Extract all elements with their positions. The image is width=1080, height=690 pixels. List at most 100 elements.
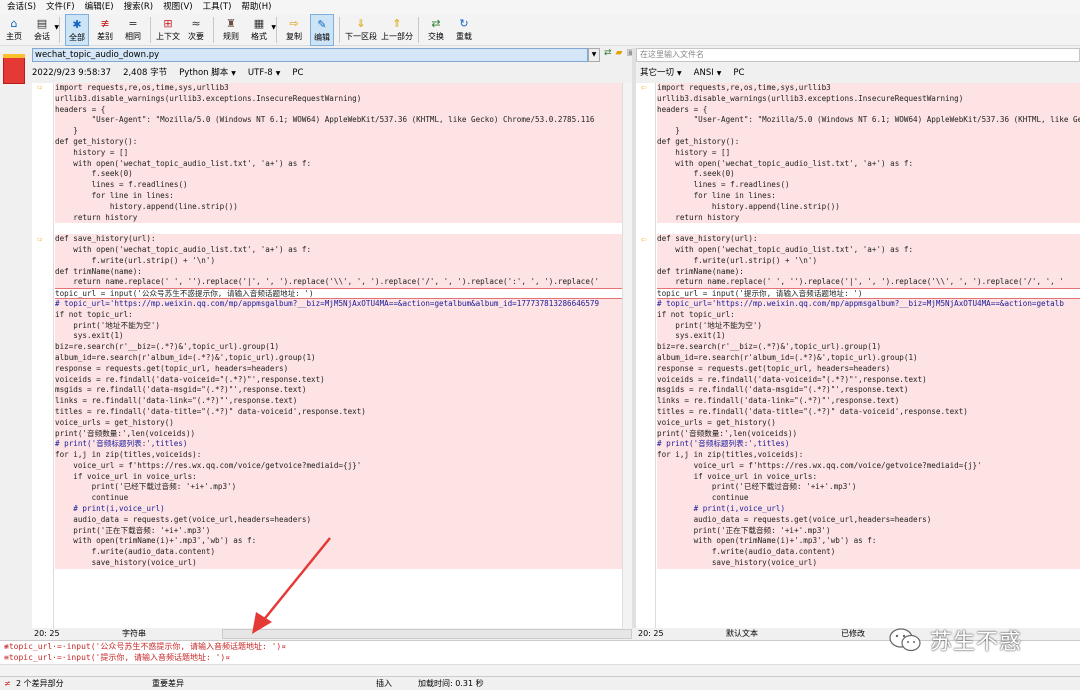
code-line: def trimName(name): <box>55 266 622 278</box>
minor-icon: ≈ <box>191 17 201 30</box>
diff-overview-marker <box>0 48 28 90</box>
code-line: lines = f.readlines() <box>657 180 1080 191</box>
insert-mode: 插入 <box>376 679 392 688</box>
code-line: "User-Agent": "Mozilla/5.0 (Windows NT 6… <box>55 115 622 127</box>
code-line: "User-Agent": "Mozilla/5.0 (Windows NT 6… <box>657 115 1080 127</box>
watermark: 苏生不惑 <box>888 622 1078 658</box>
right-filename-field[interactable]: 在这里输入文件名 <box>636 48 1080 62</box>
toolbar-button-rules[interactable]: ♜ 规则 <box>219 14 243 46</box>
menu-item-5[interactable]: 工具(T) <box>198 0 237 14</box>
left-encoding[interactable]: UTF-8 ▼ <box>248 66 280 81</box>
menu-item-3[interactable]: 搜索(R) <box>119 0 159 14</box>
copy-icon: ⇨ <box>289 17 299 30</box>
annotation-arrow <box>252 537 331 634</box>
diff-arrow-icon: ⇨ <box>37 83 43 93</box>
open-folder-icon[interactable]: ▰ <box>616 48 623 62</box>
watermark-text: 苏生不惑 <box>930 630 1023 655</box>
code-line: print('地址不能为空') <box>657 320 1080 332</box>
code-line: voice_urls = get_history() <box>657 417 1080 429</box>
toolbar-label: 格式 <box>251 32 267 41</box>
toolbar-button-same[interactable]: = 相同 <box>121 14 145 46</box>
code-line: if not topic_url: <box>657 309 1080 321</box>
toolbar-button-all[interactable]: ✱ 全部 <box>65 14 89 46</box>
menu-item-0[interactable]: 会话(S) <box>2 0 41 14</box>
left-line-ending[interactable]: PC <box>292 66 303 80</box>
toolbar-button-context[interactable]: ⊞ 上下文 <box>156 14 180 46</box>
toolbar-separator <box>213 17 214 43</box>
diff-count: 2 个差异部分 <box>16 679 64 688</box>
toolbar-label: 编辑 <box>314 33 330 42</box>
toolbar-separator <box>276 17 277 43</box>
format-icon: ▦ <box>253 17 265 30</box>
toolbar: ⌂ 主页 ▤ 会话 ▼ ✱ 全部 ≢ 差别 = 相同 ⊞ 上下文 ≈ 次要 ♜ 规则 ▦ 格式 ▼ ⇨ 复制 ✎ 编辑 ⇓ 下一区… <box>0 14 1080 46</box>
chevron-down-icon[interactable]: ▼ <box>271 24 276 31</box>
right-encoding[interactable]: ANSI ▼ <box>694 66 722 81</box>
toolbar-button-format[interactable]: ▦ 格式 ▼ <box>247 14 276 46</box>
code-line: for line in lines: <box>55 190 622 202</box>
toolbar-label: 会话 <box>34 32 50 41</box>
code-line <box>657 223 1080 235</box>
menu-item-4[interactable]: 视图(V) <box>158 0 197 14</box>
code-line: for i,j in zip(titles,voiceids): <box>657 450 1080 461</box>
code-line: print('音频数量:',len(voiceids)) <box>55 428 622 440</box>
code-line: links = re.findall('data-link="(.*?)"',r… <box>55 396 622 407</box>
toolbar-label: 交换 <box>428 32 444 41</box>
right-line-ending[interactable]: PC <box>733 66 744 80</box>
toolbar-button-diff[interactable]: ≢ 差别 <box>93 14 117 46</box>
code-line: history.append(line.strip()) <box>657 201 1080 213</box>
left-file-type[interactable]: Python 脚本 ▼ <box>179 66 236 81</box>
left-filename-dropdown[interactable]: ▼ <box>588 48 600 62</box>
diff-arrow-icon: ⇦ <box>641 235 647 245</box>
toolbar-button-home[interactable]: ⌂ 主页 <box>2 14 26 46</box>
code-line: topic_url = input('提示你, 请输入音频话题地址: ') <box>657 288 1080 299</box>
swap-arrow-icon[interactable]: ⇄ <box>604 48 612 62</box>
chevron-down-icon[interactable]: ▼ <box>54 24 59 31</box>
right-file-type[interactable]: 其它一切 ▼ <box>640 66 682 81</box>
menu-item-1[interactable]: 文件(F) <box>41 0 80 14</box>
toolbar-button-prev-section[interactable]: ⇑ 上一部分 <box>381 14 413 46</box>
code-line: history = [] <box>55 147 622 159</box>
code-line: audio_data = requests.get(voice_url,head… <box>657 514 1080 526</box>
toolbar-label: 上下文 <box>156 32 180 41</box>
toolbar-button-session[interactable]: ▤ 会话 ▼ <box>30 14 59 46</box>
toolbar-button-next-section[interactable]: ⇓ 下一区段 <box>345 14 377 46</box>
toolbar-button-reload[interactable]: ↻ 重载 <box>452 14 476 46</box>
right-cursor-pos: 20: 25 <box>638 629 664 638</box>
toolbar-button-edit[interactable]: ✎ 编辑 <box>310 14 334 46</box>
code-line: for i,j in zip(titles,voiceids): <box>55 450 622 461</box>
rules-icon: ♜ <box>226 17 236 30</box>
left-vertical-scrollbar[interactable] <box>622 83 632 628</box>
code-line: return history <box>55 212 622 224</box>
code-line: } <box>657 126 1080 137</box>
code-line: with open('wechat_topic_audio_list.txt',… <box>55 244 622 256</box>
code-line: save_history(voice_url) <box>657 558 1080 569</box>
code-line: f.write(url.strip() + '\n') <box>55 255 622 267</box>
right-code[interactable]: import requests,re,os,time,sys,urllib3 ur… <box>657 83 1080 628</box>
compare-scrollbar[interactable] <box>0 664 1080 676</box>
toolbar-button-minor[interactable]: ≈ 次要 <box>184 14 208 46</box>
load-time: 加载时间: 0.31 秒 <box>418 679 484 688</box>
code-line: print('音频数量:',len(voiceids)) <box>657 428 1080 440</box>
code-line: audio_data = requests.get(voice_url,head… <box>55 514 622 526</box>
code-line: def trimName(name): <box>657 266 1080 278</box>
toolbar-button-copy[interactable]: ⇨ 复制 <box>282 14 306 46</box>
right-gutter: ⇦ ⇦ <box>636 83 656 628</box>
swap-icon: ⇄ <box>431 17 441 30</box>
toolbar-button-swap[interactable]: ⇄ 交换 <box>424 14 448 46</box>
code-line: f.write(url.strip() + '\n') <box>657 255 1080 267</box>
code-line: history.append(line.strip()) <box>55 201 622 213</box>
menu-item-6[interactable]: 帮助(H) <box>236 0 276 14</box>
left-file-buttons: ⇄ ▰ ▣ <box>604 48 635 62</box>
code-line: # print(i,voice_url) <box>55 504 622 515</box>
code-line: headers = { <box>55 104 622 116</box>
left-filename-field[interactable]: wechat_topic_audio_down.py <box>32 48 588 62</box>
code-line: links = re.findall('data-link="(.*?)"',r… <box>657 396 1080 407</box>
code-line: print('已经下载过音频: '+i+'.mp3') <box>55 482 622 494</box>
menu-item-2[interactable]: 编辑(E) <box>80 0 119 14</box>
right-code-pane[interactable]: ⇦ ⇦ import requests,re,os,time,sys,urlli… <box>636 83 1080 628</box>
code-line: } <box>55 126 622 137</box>
code-line: print('正在下载音频: '+i+'.mp3') <box>657 525 1080 537</box>
code-line <box>55 223 622 235</box>
code-line: with open(trimName(i)+'.mp3','wb') as f: <box>657 536 1080 548</box>
code-line: f.write(audio_data.content) <box>657 547 1080 559</box>
